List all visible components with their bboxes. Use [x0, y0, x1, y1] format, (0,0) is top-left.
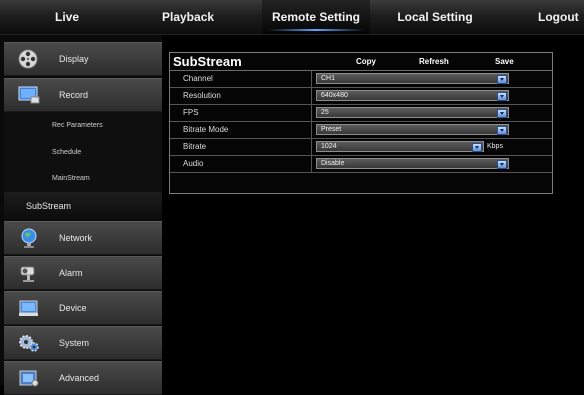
sidebar-item-label: MainStream [52, 175, 90, 182]
bitrate-select[interactable]: 1024 [316, 141, 484, 152]
sidebar-item-label: Display [59, 54, 89, 64]
tab-live[interactable]: Live [0, 0, 134, 34]
sidebar-item-label: Network [59, 233, 93, 243]
select-value: Disable [321, 160, 345, 167]
sidebar-item-system[interactable]: System [4, 326, 162, 360]
sidebar-subitem-schedule[interactable]: Schedule [4, 139, 162, 167]
column-divider [311, 71, 312, 87]
device-icon [18, 298, 40, 318]
audio-select[interactable]: Disable [316, 158, 509, 169]
select-value: 640x480 [321, 92, 348, 99]
setting-row-resolution: Resolution 640x480 [170, 88, 552, 105]
select-value: 1024 [321, 143, 337, 150]
panel-header: SubStream Copy Refresh Save [170, 53, 552, 71]
sidebar-subitem-mainstream[interactable]: MainStream [4, 165, 162, 193]
chevron-down-icon[interactable] [497, 160, 507, 169]
gears-icon [18, 333, 40, 353]
setting-label: FPS [183, 108, 199, 117]
chevron-down-icon[interactable] [497, 126, 507, 135]
sidebar-item-device[interactable]: Device [4, 291, 162, 325]
fps-select[interactable]: 25 [316, 107, 509, 118]
sidebar-item-label: Rec Parameters [52, 122, 103, 129]
setting-row-audio: Audio Disable [170, 156, 552, 173]
refresh-button[interactable]: Refresh [419, 53, 449, 70]
camera-alarm-icon [18, 263, 40, 283]
setting-label: Bitrate [183, 142, 207, 151]
select-value: 25 [321, 109, 329, 116]
tab-local-setting[interactable]: Local Setting [380, 0, 490, 34]
chevron-down-icon[interactable] [497, 109, 507, 118]
sidebar-item-alarm[interactable]: Alarm [4, 256, 162, 290]
copy-button[interactable]: Copy [356, 53, 376, 70]
bitrate-mode-select[interactable]: Preset [316, 124, 509, 135]
sidebar-item-advanced[interactable]: Advanced [4, 361, 162, 395]
sidebar-item-display[interactable]: Display [4, 42, 162, 76]
substream-settings-panel: SubStream Copy Refresh Save Channel CH1 … [169, 52, 553, 194]
bitrate-unit: Kbps [487, 143, 503, 150]
advanced-icon [18, 368, 40, 388]
setting-label: Audio [183, 159, 204, 168]
chevron-down-icon[interactable] [497, 75, 507, 84]
sidebar-item-label: Record [59, 90, 89, 100]
setting-label: Channel [183, 74, 213, 83]
setting-label: Resolution [183, 91, 221, 100]
column-divider [311, 122, 312, 138]
channel-select[interactable]: CH1 [316, 73, 509, 84]
chevron-down-icon[interactable] [472, 143, 482, 152]
sidebar-item-label: Alarm [59, 268, 83, 278]
setting-row-bitrate: Bitrate 1024 Kbps [170, 139, 552, 156]
select-value: Preset [321, 126, 342, 133]
sidebar-item-record[interactable]: Record [4, 78, 162, 112]
tab-playback[interactable]: Playback [134, 0, 238, 34]
setting-row-fps: FPS 25 [170, 105, 552, 122]
save-button[interactable]: Save [495, 53, 514, 70]
column-divider [311, 139, 312, 155]
sidebar-item-label: Schedule [52, 149, 82, 156]
tab-remote-setting[interactable]: Remote Setting [262, 0, 370, 34]
logout-button[interactable]: Logout [530, 0, 584, 34]
film-reel-icon [18, 49, 40, 69]
column-divider [311, 105, 312, 121]
sidebar-item-network[interactable]: Network [4, 221, 162, 255]
page-title: SubStream [173, 54, 242, 69]
chevron-down-icon[interactable] [497, 92, 507, 101]
sidebar-subitem-rec-parameters[interactable]: Rec Parameters [4, 112, 162, 140]
setting-row-bitrate-mode: Bitrate Mode Preset [170, 122, 552, 139]
sidebar-item-label: Device [59, 303, 87, 313]
select-value: CH1 [321, 75, 336, 82]
sidebar-item-label: System [59, 338, 90, 348]
sidebar-subitem-substream[interactable]: SubStream [4, 192, 162, 220]
column-divider [311, 156, 312, 172]
sidebar: Display Record Rec Parameters Schedule M… [0, 35, 162, 395]
sidebar-item-label: Advanced [59, 373, 100, 383]
column-divider [311, 88, 312, 104]
sidebar-item-label: SubStream [26, 201, 72, 211]
setting-row-channel: Channel CH1 [170, 71, 552, 88]
monitor-icon [18, 85, 40, 105]
globe-icon [18, 228, 40, 248]
top-navigation: Live Playback Remote Setting Local Setti… [0, 0, 584, 35]
setting-label: Bitrate Mode [183, 125, 229, 134]
resolution-select[interactable]: 640x480 [316, 90, 509, 101]
